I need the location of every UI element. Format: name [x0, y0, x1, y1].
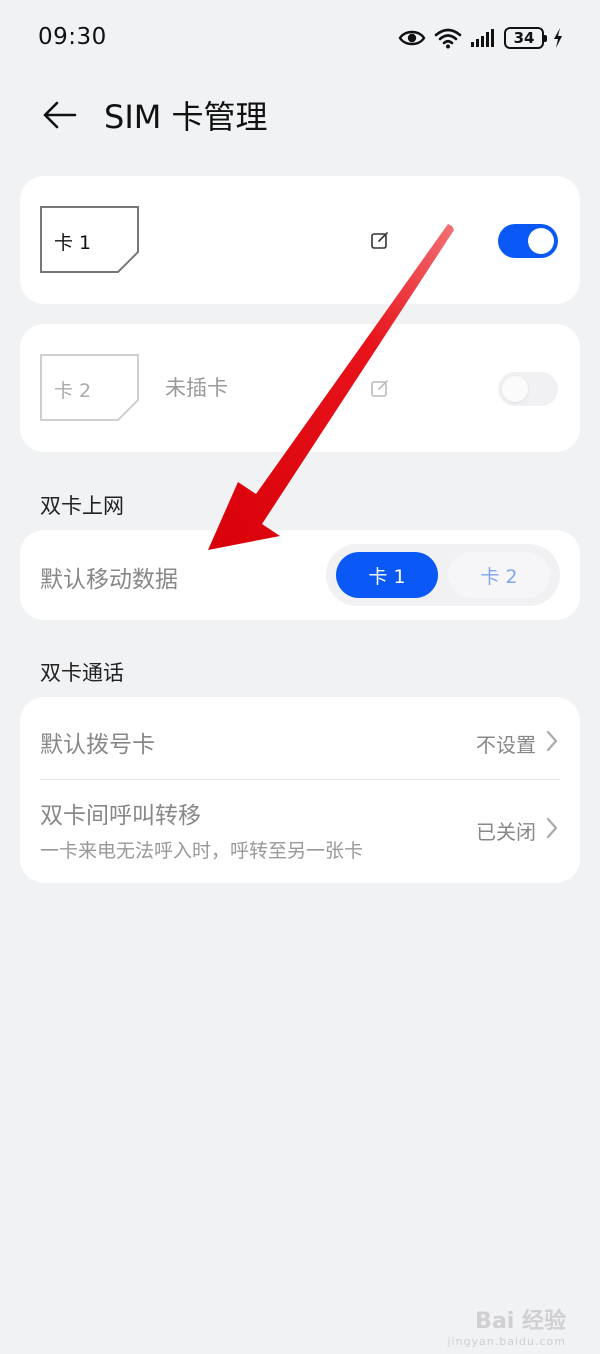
section-title-dual-call: 双卡通话	[40, 661, 124, 685]
chevron-right-icon	[546, 817, 558, 839]
chevron-right-icon	[546, 730, 558, 752]
call-forward-description: 一卡来电无法呼入时，呼转至另一张卡	[40, 840, 364, 862]
edit-icon[interactable]	[370, 378, 390, 398]
battery-icon: 34	[504, 27, 547, 49]
section-title-dual-data: 双卡上网	[40, 494, 124, 518]
sim-card-2-toggle[interactable]	[498, 372, 558, 406]
segment-sim-1[interactable]: 卡 1	[336, 552, 438, 598]
sim-card-1-label: 卡 1	[54, 232, 92, 254]
call-forward-label: 双卡间呼叫转移	[40, 803, 201, 829]
watermark-sub: jingyan.baidu.com	[447, 1335, 566, 1348]
call-forward-row[interactable]: 双卡间呼叫转移 一卡来电无法呼入时，呼转至另一张卡 已关闭	[20, 780, 580, 883]
wifi-icon	[434, 28, 462, 49]
status-icons: 34	[398, 24, 564, 52]
battery-level: 34	[513, 29, 535, 47]
page-title: SIM 卡管理	[104, 98, 268, 136]
default-mobile-data-row: 默认移动数据 卡 1 卡 2	[20, 530, 580, 620]
header: SIM 卡管理	[0, 80, 600, 150]
call-forward-value: 已关闭	[476, 820, 536, 844]
watermark-main: Bai 经验	[475, 1309, 566, 1334]
segment-sim-2[interactable]: 卡 2	[448, 552, 550, 598]
back-button[interactable]	[34, 90, 84, 140]
charging-icon	[554, 28, 562, 48]
default-dial-value: 不设置	[476, 733, 536, 757]
status-time: 09:30	[38, 24, 107, 50]
toggle-knob	[502, 376, 528, 402]
sim-card-1-row: 卡 1	[20, 176, 580, 304]
sim-card-2-label: 卡 2	[54, 380, 92, 402]
status-bar: 09:30 34	[0, 0, 600, 76]
toggle-knob	[528, 228, 554, 254]
eye-icon	[398, 30, 426, 46]
dual-call-card: 默认拨号卡 不设置 双卡间呼叫转移 一卡来电无法呼入时，呼转至另一张卡 已关闭	[20, 697, 580, 883]
sim-card-2-row: 卡 2 未插卡	[20, 324, 580, 452]
watermark: Bai 经验 jingyan.baidu.com	[447, 1303, 566, 1348]
sim-segmented-control: 卡 1 卡 2	[326, 544, 560, 606]
edit-icon[interactable]	[370, 230, 390, 250]
signal-icon	[471, 29, 494, 47]
default-dial-label: 默认拨号卡	[40, 732, 155, 758]
sim-card-1-toggle[interactable]	[498, 224, 558, 258]
arrow-left-icon	[43, 101, 77, 129]
sim-card-2-status: 未插卡	[165, 376, 228, 400]
default-mobile-data-label: 默认移动数据	[40, 567, 178, 593]
default-dial-row[interactable]: 默认拨号卡 不设置	[20, 697, 580, 779]
